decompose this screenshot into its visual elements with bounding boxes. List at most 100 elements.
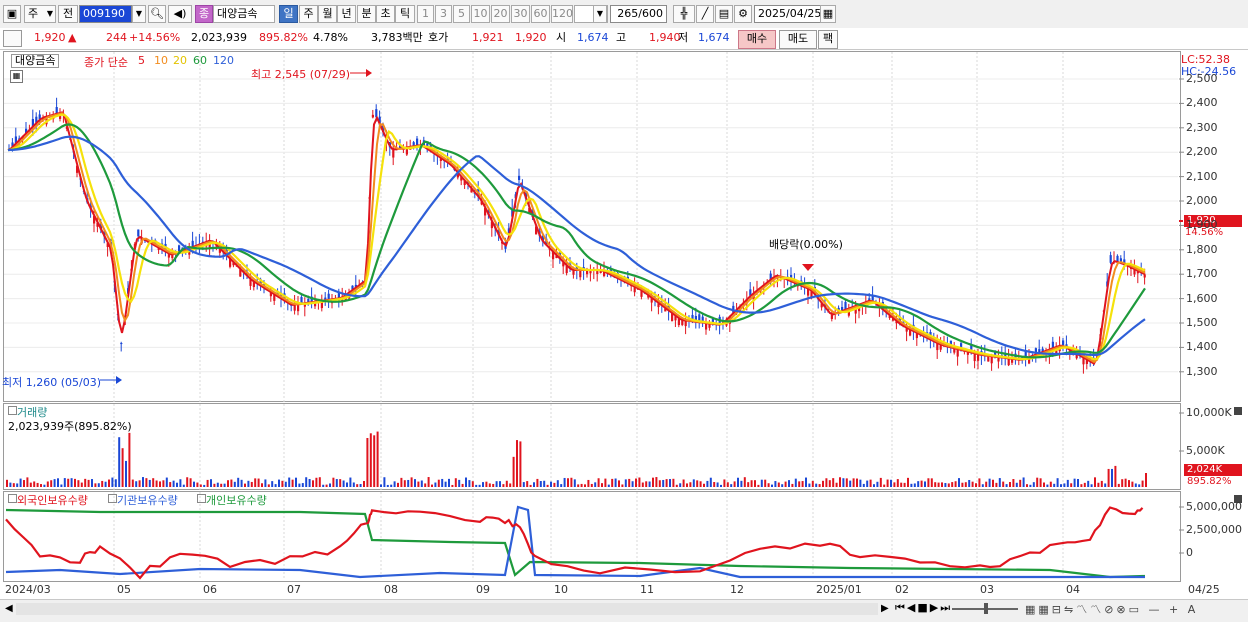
volume-bar: [1100, 480, 1103, 487]
volume-bar: [471, 481, 474, 487]
volume-bar: [726, 482, 729, 487]
volume-bar: [788, 480, 790, 487]
volume-bar: [397, 482, 399, 487]
inst-checkbox[interactable]: [108, 494, 117, 503]
volume-bar: [1009, 482, 1011, 487]
volume-bar: [648, 481, 651, 487]
volume-bar: [288, 477, 291, 487]
volume-bar: [94, 483, 97, 487]
volume-bar: [278, 479, 280, 487]
volume-bar: [879, 477, 882, 487]
volume-bar: [77, 480, 80, 487]
volume-bar: [121, 448, 124, 487]
volume-bar: [859, 479, 862, 487]
volume-bar: [958, 478, 960, 487]
volume-bar: [159, 481, 161, 487]
volume-bar: [223, 483, 226, 487]
retail-checkbox[interactable]: [197, 494, 206, 503]
volume-bar: [74, 478, 76, 487]
volume-bar: [907, 477, 909, 487]
volume-bar: [512, 456, 515, 487]
volume-bar: [985, 481, 988, 487]
volume-bar: [169, 482, 172, 487]
volume-bar: [893, 482, 896, 487]
x-axis-label: 2024/03: [5, 583, 51, 596]
volume-bar: [522, 482, 525, 487]
volume-bar: [665, 479, 668, 487]
volume-bar: [934, 482, 937, 487]
foreign-checkbox[interactable]: [8, 494, 17, 503]
volume-bar: [937, 482, 940, 487]
volume-bar: [519, 441, 522, 487]
volume-bar: [692, 479, 695, 487]
volume-bar: [261, 483, 263, 487]
volume-bar: [873, 484, 875, 487]
x-axis-label: 11: [640, 583, 654, 596]
volume-bar: [437, 479, 440, 487]
volume-bar: [621, 484, 624, 487]
ma-line: [7, 112, 1146, 364]
volume-bar: [662, 479, 665, 487]
volume-bar: [1141, 480, 1144, 487]
volume-bar: [227, 480, 229, 487]
volume-bar: [431, 484, 433, 487]
playback-controls-icon[interactable]: ⏮◀■▶⏭: [895, 601, 952, 615]
volume-bar: [947, 483, 950, 487]
volume-bar: [995, 482, 998, 487]
volume-bar: [835, 482, 838, 487]
volume-bar: [312, 480, 314, 487]
volume-bar: [862, 483, 865, 487]
volume-bar: [386, 484, 389, 487]
volume-checkbox[interactable]: [8, 406, 17, 415]
volume-bar: [403, 480, 406, 487]
volume-bar: [210, 479, 212, 487]
volume-bar: [941, 482, 943, 487]
volume-bar: [366, 438, 369, 487]
retail-holding-label: 개인보유수량: [206, 494, 267, 507]
volume-bar: [138, 480, 141, 487]
price-tick-label: 1,600: [1186, 291, 1218, 305]
volume-tick-label: 10,000K: [1186, 406, 1232, 419]
volume-bar: [550, 481, 552, 487]
volume-bar: [703, 483, 705, 487]
volume-bar: [570, 477, 573, 487]
volume-bar: [832, 478, 835, 487]
volume-bar: [951, 482, 954, 487]
volume-bar: [689, 482, 692, 487]
volume-bar: [1005, 484, 1008, 487]
volume-bar: [1090, 484, 1093, 487]
x-axis-label: 08: [384, 583, 398, 596]
candle-body: [371, 114, 374, 118]
scroll-left-icon[interactable]: ◀: [5, 603, 13, 614]
volume-bar: [465, 477, 467, 487]
volume-bar: [373, 435, 376, 487]
volume-bar: [87, 479, 90, 487]
volume-bar: [961, 482, 964, 487]
volume-bar: [709, 477, 712, 487]
volume-bar: [978, 478, 981, 487]
volume-close-icon[interactable]: [1234, 407, 1242, 415]
volume-bar: [458, 479, 461, 487]
chart-canvas[interactable]: [0, 0, 1248, 621]
volume-bar: [808, 483, 811, 487]
volume-bar: [1080, 484, 1083, 487]
volume-bar: [43, 484, 46, 487]
volume-bar: [869, 479, 872, 487]
volume-bar: [356, 484, 359, 487]
volume-bar: [1107, 468, 1110, 487]
volume-bar: [849, 480, 852, 487]
volume-bar: [468, 480, 471, 487]
table-icon[interactable]: ▦: [10, 70, 23, 83]
volume-bar: [475, 484, 478, 487]
volume-bar: [196, 482, 199, 487]
volume-bar: [1117, 483, 1120, 487]
tool-icons[interactable]: ▦▦⊟⇋〽〽⊘⊗▭ — + A: [1025, 601, 1198, 617]
volume-bar: [220, 483, 223, 487]
zoom-slider-handle[interactable]: [984, 603, 988, 614]
volume-bar: [883, 484, 886, 487]
scroll-track[interactable]: [16, 603, 878, 615]
volume-bar: [257, 478, 260, 487]
scroll-right-icon[interactable]: ▶: [881, 603, 889, 614]
volume-bar: [1046, 484, 1049, 487]
volume-bar: [604, 478, 607, 487]
